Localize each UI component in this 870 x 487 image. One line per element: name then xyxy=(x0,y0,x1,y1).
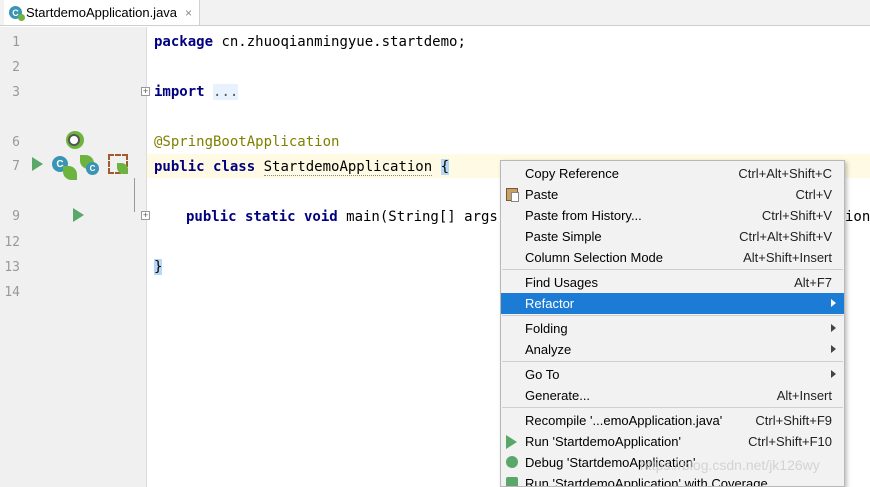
line-number: 3 xyxy=(12,85,20,100)
spring-leaf-icon xyxy=(63,166,77,180)
menu-item-run[interactable]: Run 'StartdemoApplication' Ctrl+Shift+F1… xyxy=(501,431,844,452)
fold-marker-icon[interactable]: + xyxy=(141,87,150,96)
menu-item-recompile[interactable]: Recompile '...emoApplication.java' Ctrl+… xyxy=(501,410,844,431)
menu-item-go-to[interactable]: Go To xyxy=(501,364,844,385)
spring-class-icon: C xyxy=(9,6,25,21)
line-number: 6 xyxy=(12,135,20,150)
class-name[interactable]: StartdemoApplication xyxy=(263,159,433,176)
folded-imports[interactable]: ... xyxy=(213,84,239,100)
spring-context-icon[interactable] xyxy=(108,154,128,174)
line-number: 12 xyxy=(4,235,20,250)
brace-match: { xyxy=(440,159,450,175)
editor-gutter xyxy=(0,27,147,487)
class-icon[interactable]: C xyxy=(86,162,99,175)
line-number: 2 xyxy=(12,60,20,75)
line-number: 1 xyxy=(12,35,20,50)
menu-separator xyxy=(502,269,843,270)
tab-startdemo-application[interactable]: C StartdemoApplication.java × xyxy=(4,0,200,25)
tab-title: StartdemoApplication.java xyxy=(26,5,178,20)
fold-guide xyxy=(134,178,135,212)
menu-item-refactor[interactable]: Refactor xyxy=(501,293,844,314)
menu-item-run-with-coverage[interactable]: Run 'StartdemoApplication' with Coverage xyxy=(501,473,844,486)
menu-item-analyze[interactable]: Analyze xyxy=(501,339,844,360)
code-line-6[interactable]: @SpringBootApplication xyxy=(154,134,339,150)
line-number: 9 xyxy=(12,209,20,224)
coverage-icon xyxy=(506,477,518,486)
context-menu: Copy Reference Ctrl+Alt+Shift+C Paste Ct… xyxy=(500,160,845,487)
code-line-7[interactable]: public class StartdemoApplication { xyxy=(154,159,450,176)
menu-item-paste-simple[interactable]: Paste Simple Ctrl+Alt+Shift+V xyxy=(501,226,844,247)
code-line-9-tail: ion xyxy=(845,209,870,225)
editor-tab-bar: C StartdemoApplication.java × xyxy=(0,0,870,26)
run-gutter-icon[interactable] xyxy=(32,157,43,171)
submenu-arrow-icon xyxy=(831,370,836,378)
code-line-9[interactable]: public static void main(String[] args xyxy=(186,209,498,225)
submenu-arrow-icon xyxy=(831,299,836,307)
line-number: 7 xyxy=(12,159,20,174)
clipboard-icon xyxy=(506,188,519,202)
menu-item-paste[interactable]: Paste Ctrl+V xyxy=(501,184,844,205)
watermark: https://blog.csdn.net/jk126wy xyxy=(640,457,820,473)
close-icon[interactable]: × xyxy=(185,6,192,20)
annotation: @SpringBootApplication xyxy=(154,134,340,150)
code-line-13[interactable]: } xyxy=(154,259,163,275)
menu-item-folding[interactable]: Folding xyxy=(501,318,844,339)
debug-bug-icon xyxy=(506,456,518,468)
menu-separator xyxy=(502,361,843,362)
code-line-1[interactable]: package cn.zhuoqianmingyue.startdemo; xyxy=(154,34,466,50)
menu-item-generate[interactable]: Generate... Alt+Insert xyxy=(501,385,844,406)
line-number: 13 xyxy=(4,260,20,275)
line-number: 14 xyxy=(4,285,20,300)
code-line-3[interactable]: import ... xyxy=(154,84,239,100)
menu-item-copy-reference[interactable]: Copy Reference Ctrl+Alt+Shift+C xyxy=(501,163,844,184)
submenu-arrow-icon xyxy=(831,345,836,353)
spring-bean-search-icon[interactable] xyxy=(66,131,84,149)
run-icon xyxy=(506,435,517,449)
run-main-gutter-icon[interactable] xyxy=(73,208,84,222)
menu-item-find-usages[interactable]: Find Usages Alt+F7 xyxy=(501,272,844,293)
brace-match: } xyxy=(154,259,163,275)
menu-item-column-selection-mode[interactable]: Column Selection Mode Alt+Shift+Insert xyxy=(501,247,844,268)
submenu-arrow-icon xyxy=(831,324,836,332)
menu-separator xyxy=(502,315,843,316)
menu-item-paste-from-history[interactable]: Paste from History... Ctrl+Shift+V xyxy=(501,205,844,226)
menu-separator xyxy=(502,407,843,408)
fold-marker-icon[interactable]: + xyxy=(141,211,150,220)
